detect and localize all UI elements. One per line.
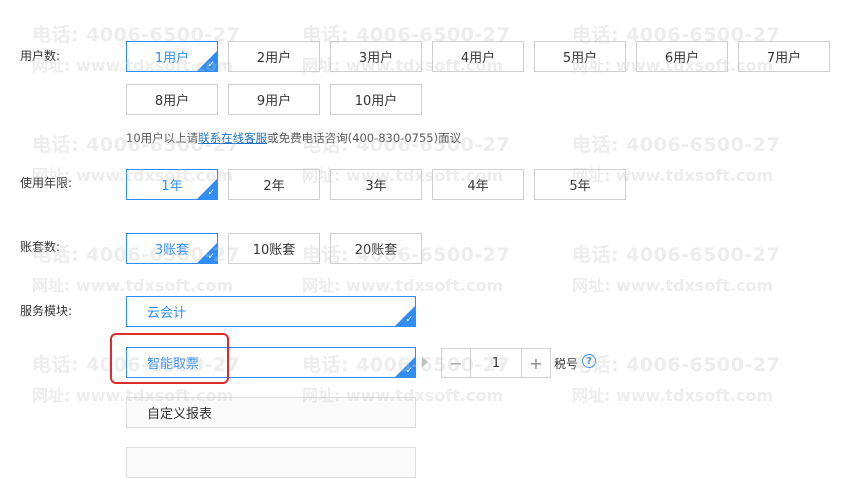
- book-option-3[interactable]: 3账套 ✓: [126, 233, 218, 264]
- option-label: 3用户: [358, 51, 394, 66]
- year-option-3[interactable]: 3年: [330, 169, 422, 200]
- option-label: 1用户: [154, 51, 190, 66]
- user-option-10[interactable]: 10用户: [330, 84, 422, 115]
- hint-prefix: 10用户以上请: [126, 131, 199, 145]
- hint-suffix: 或免费电话咨询(400-830-0755)面议: [267, 131, 462, 145]
- module-next[interactable]: [126, 447, 416, 478]
- decrement-button[interactable]: −: [442, 349, 471, 377]
- check-icon: ✓: [405, 366, 413, 376]
- user-option-9[interactable]: 9用户: [228, 84, 320, 115]
- watermark-site: 网址: www.tdxsoft.com: [572, 386, 774, 405]
- years-label: 使用年限:: [20, 176, 73, 190]
- year-option-5[interactable]: 5年: [534, 169, 626, 200]
- watermark-site: 网址: www.tdxsoft.com: [302, 276, 504, 295]
- option-label: 10账套: [252, 243, 296, 258]
- option-label: 2用户: [256, 51, 292, 66]
- user-option-6[interactable]: 6用户: [636, 41, 728, 72]
- year-option-4[interactable]: 4年: [432, 169, 524, 200]
- option-label: 7用户: [766, 51, 802, 66]
- option-label: 8用户: [154, 94, 190, 109]
- year-option-1[interactable]: 1年 ✓: [126, 169, 218, 200]
- users-hint: 10用户以上请联系在线客服或免费电话咨询(400-830-0755)面议: [126, 130, 461, 146]
- module-smart-invoice[interactable]: 智能取票 ✓: [126, 347, 416, 378]
- user-option-1[interactable]: 1用户 ✓: [126, 41, 218, 72]
- watermark-phone: 电话: 4006-6500-27: [572, 244, 781, 266]
- option-label: 4用户: [460, 51, 496, 66]
- modules-label: 服务模块:: [20, 304, 73, 318]
- module-label: 云会计: [147, 306, 187, 321]
- check-icon: ✓: [405, 315, 413, 325]
- user-option-2[interactable]: 2用户: [228, 41, 320, 72]
- watermark-phone: 电话: 4006-6500-27: [572, 354, 781, 376]
- watermark-site: 网址: www.tdxsoft.com: [572, 276, 774, 295]
- caret-right-icon: [422, 357, 428, 367]
- option-label: 3年: [365, 179, 387, 194]
- user-option-7[interactable]: 7用户: [738, 41, 830, 72]
- online-service-link[interactable]: 联系在线客服: [198, 131, 267, 145]
- check-icon: ✓: [207, 252, 215, 262]
- option-label: 3账套: [154, 243, 190, 258]
- option-label: 5年: [569, 179, 591, 194]
- option-label: 9用户: [256, 94, 292, 109]
- question-circle-icon[interactable]: ?: [582, 354, 596, 368]
- module-cloud-accounting[interactable]: 云会计 ✓: [126, 296, 416, 327]
- quantity-value[interactable]: 1: [471, 349, 521, 377]
- watermark-phone: 电话: 4006-6500-27: [572, 134, 781, 156]
- watermark-site: 网址: www.tdxsoft.com: [32, 276, 234, 295]
- users-label: 用户数:: [20, 49, 61, 63]
- option-label: 2年: [263, 179, 285, 194]
- option-label: 4年: [467, 179, 489, 194]
- module-label: 智能取票: [147, 357, 200, 372]
- option-label: 5用户: [562, 51, 598, 66]
- option-label: 6用户: [664, 51, 700, 66]
- user-option-5[interactable]: 5用户: [534, 41, 626, 72]
- check-icon: ✓: [207, 188, 215, 198]
- year-option-2[interactable]: 2年: [228, 169, 320, 200]
- tax-label: 税号: [554, 357, 579, 371]
- module-label: 自定义报表: [147, 407, 213, 422]
- user-option-8[interactable]: 8用户: [126, 84, 218, 115]
- book-option-20[interactable]: 20账套: [330, 233, 422, 264]
- check-icon: ✓: [207, 60, 215, 70]
- option-label: 10用户: [354, 94, 398, 109]
- user-option-3[interactable]: 3用户: [330, 41, 422, 72]
- option-label: 1年: [161, 179, 183, 194]
- tax-quantity-stepper[interactable]: − 1 +: [441, 348, 551, 378]
- user-option-4[interactable]: 4用户: [432, 41, 524, 72]
- module-custom-report[interactable]: 自定义报表: [126, 397, 416, 428]
- books-label: 账套数:: [20, 240, 61, 254]
- option-label: 20账套: [354, 243, 398, 258]
- book-option-10[interactable]: 10账套: [228, 233, 320, 264]
- increment-button[interactable]: +: [521, 349, 550, 377]
